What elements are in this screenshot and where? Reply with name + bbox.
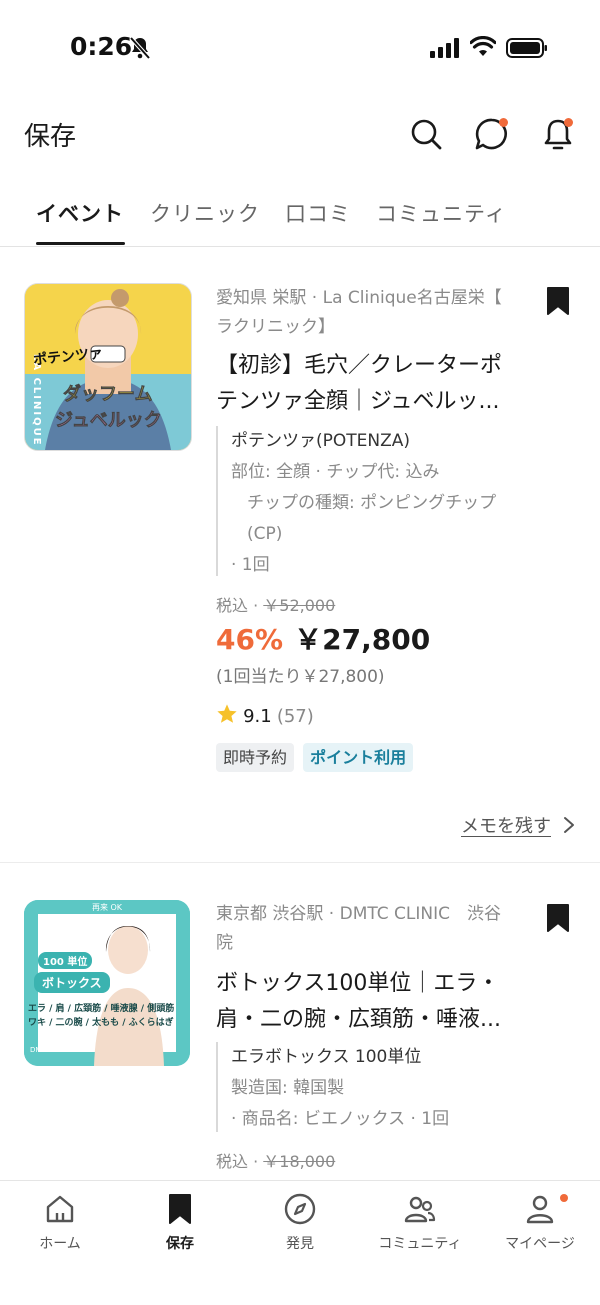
bookmark-filled-icon[interactable] bbox=[546, 903, 570, 933]
event-thumbnail[interactable]: LA CLINIQUE ポテンツァ ダッフーム ジュベルック bbox=[24, 283, 192, 451]
clinic-name[interactable]: 愛知県 栄駅 · La Clinique名古屋栄【 ラクリニック】 bbox=[216, 284, 516, 342]
detail-line: エラボトックス 100単位 bbox=[231, 1047, 422, 1067]
rating-count: (57) bbox=[276, 706, 314, 727]
nav-discover-label: 発見 bbox=[286, 1236, 314, 1252]
nav-mypage-label: マイページ bbox=[505, 1236, 575, 1252]
bookmark-icon bbox=[169, 1194, 191, 1224]
detail-line: 部位: 全顔 · チップ代: 込み bbox=[231, 462, 440, 482]
memo-label: メモを残す bbox=[461, 816, 551, 837]
original-price-row: 税込 · ￥52,000 bbox=[216, 592, 335, 616]
instant-booking-chip: 即時予約 bbox=[216, 743, 295, 772]
bell-muted-icon bbox=[129, 36, 151, 60]
event-details: エラボトックス 100単位 製造国: 韓国製 · 商品名: ビエノックス · 1… bbox=[216, 1042, 521, 1132]
original-price-row: 税込 · ￥18,000 bbox=[216, 1148, 335, 1172]
discount-rate: 46% bbox=[216, 623, 284, 656]
tax-label: 税込 · bbox=[216, 596, 259, 615]
thumb-logo-text: DMTC bbox=[30, 1046, 51, 1054]
event-title-line: テンツァ全顔｜ジュベルッ... bbox=[216, 389, 500, 414]
detail-line: ポテンツァ(POTENZA) bbox=[231, 431, 411, 451]
people-icon bbox=[404, 1196, 436, 1223]
thumb-text-c: ジュベルック bbox=[55, 410, 162, 432]
search-icon[interactable] bbox=[408, 116, 444, 152]
original-price: ￥52,000 bbox=[263, 596, 336, 615]
nav-mypage[interactable]: マイページ bbox=[480, 1193, 600, 1253]
chat-notification-dot bbox=[499, 118, 508, 127]
tab-community[interactable]: コミュニティ bbox=[376, 198, 507, 228]
detail-line: · 商品名: ビエノックス · 1回 bbox=[231, 1109, 450, 1129]
nav-community[interactable]: コミュニティ bbox=[360, 1193, 480, 1253]
tab-reviews[interactable]: 口コミ bbox=[285, 198, 351, 228]
page-title: 保存 bbox=[24, 122, 77, 152]
tab-active-indicator bbox=[36, 242, 125, 245]
sale-price: ￥27,800 bbox=[294, 623, 431, 656]
event-details: ポテンツァ(POTENZA) 部位: 全顔 · チップ代: 込み チップの種類:… bbox=[216, 426, 521, 576]
tab-divider bbox=[0, 246, 600, 247]
thumb-text-d: ワキ / 二の腕 / 太もも / ふくらはぎ bbox=[28, 1018, 174, 1028]
clinic-name-line: 院 bbox=[216, 933, 233, 953]
thumb-text-top: 再来 OK bbox=[91, 903, 123, 912]
clinic-name-line: 愛知県 栄駅 · La Clinique名古屋栄【 bbox=[216, 288, 502, 308]
user-icon bbox=[526, 1195, 554, 1224]
clinic-name[interactable]: 東京都 渋谷駅 · DMTC CLINIC 渋谷 院 bbox=[216, 900, 516, 958]
event-title-line: 肩・二の腕・広頚筋・唾液... bbox=[216, 1007, 501, 1032]
thumb-text-a: 100 単位 bbox=[38, 952, 93, 969]
tax-label: 税込 · bbox=[216, 1152, 259, 1171]
rating-row: 9.1 (57) bbox=[216, 703, 314, 727]
cellular-signal-icon bbox=[430, 38, 459, 58]
tab-event[interactable]: イベント bbox=[36, 198, 124, 228]
status-time: 0:26 bbox=[70, 32, 133, 61]
wifi-icon bbox=[470, 36, 496, 56]
bottom-nav: ホーム 保存 発見 コミュニティ マイページ bbox=[0, 1180, 600, 1305]
points-chip: ポイント利用 bbox=[303, 743, 414, 772]
event-thumbnail[interactable]: 再来 OK 100 単位 ボトックス エラ / 肩 / 広頚筋 / 唾液腺 / … bbox=[24, 900, 190, 1066]
detail-line: チップの種類: ポンピングチップ bbox=[247, 493, 497, 513]
event-title-line: ボトックス100単位｜エラ・ bbox=[216, 971, 500, 996]
event-title-line: 【初診】毛穴／クレーターポ bbox=[216, 353, 503, 378]
thumb-text-c: エラ / 肩 / 広頚筋 / 唾液腺 / 側頭筋 bbox=[28, 1004, 175, 1014]
chip-row: 即時予約 ポイント利用 bbox=[216, 743, 414, 772]
card-divider bbox=[0, 862, 600, 863]
detail-line: (CP) bbox=[247, 524, 283, 544]
nav-home[interactable]: ホーム bbox=[0, 1193, 120, 1253]
thumb-text-b: ボトックス bbox=[34, 972, 110, 993]
chevron-right-icon bbox=[564, 817, 575, 833]
event-title[interactable]: 【初診】毛穴／クレーターポ テンツァ全顔｜ジュベルッ... bbox=[216, 348, 506, 420]
nav-saved[interactable]: 保存 bbox=[120, 1193, 240, 1253]
detail-line: · 1回 bbox=[231, 555, 270, 575]
star-icon bbox=[217, 704, 237, 723]
nav-discover[interactable]: 発見 bbox=[240, 1193, 360, 1253]
mypage-notification-dot bbox=[560, 1194, 568, 1202]
bookmark-filled-icon[interactable] bbox=[546, 286, 570, 316]
memo-link[interactable]: メモを残す bbox=[461, 812, 576, 838]
original-price: ￥18,000 bbox=[263, 1152, 336, 1171]
nav-community-label: コミュニティ bbox=[378, 1236, 462, 1252]
thumb-text-b: ダッフーム bbox=[63, 384, 153, 406]
event-title[interactable]: ボトックス100単位｜エラ・ 肩・二の腕・広頚筋・唾液... bbox=[216, 966, 506, 1038]
rating-score: 9.1 bbox=[243, 706, 272, 727]
unit-price: (1回当たり￥27,800) bbox=[216, 667, 385, 687]
detail-line: 製造国: 韓国製 bbox=[231, 1078, 345, 1098]
nav-home-label: ホーム bbox=[39, 1236, 81, 1252]
clinic-name-line: ラクリニック】 bbox=[216, 317, 335, 337]
nav-saved-label: 保存 bbox=[166, 1236, 194, 1252]
price-row: 46% ￥27,800 bbox=[216, 618, 430, 658]
bell-notification-dot bbox=[564, 118, 573, 127]
tab-clinic[interactable]: クリニック bbox=[150, 198, 260, 228]
home-icon bbox=[46, 1195, 74, 1223]
compass-icon bbox=[284, 1193, 316, 1225]
clinic-name-line: 東京都 渋谷駅 · DMTC CLINIC 渋谷 bbox=[216, 904, 501, 924]
battery-icon bbox=[506, 38, 547, 58]
